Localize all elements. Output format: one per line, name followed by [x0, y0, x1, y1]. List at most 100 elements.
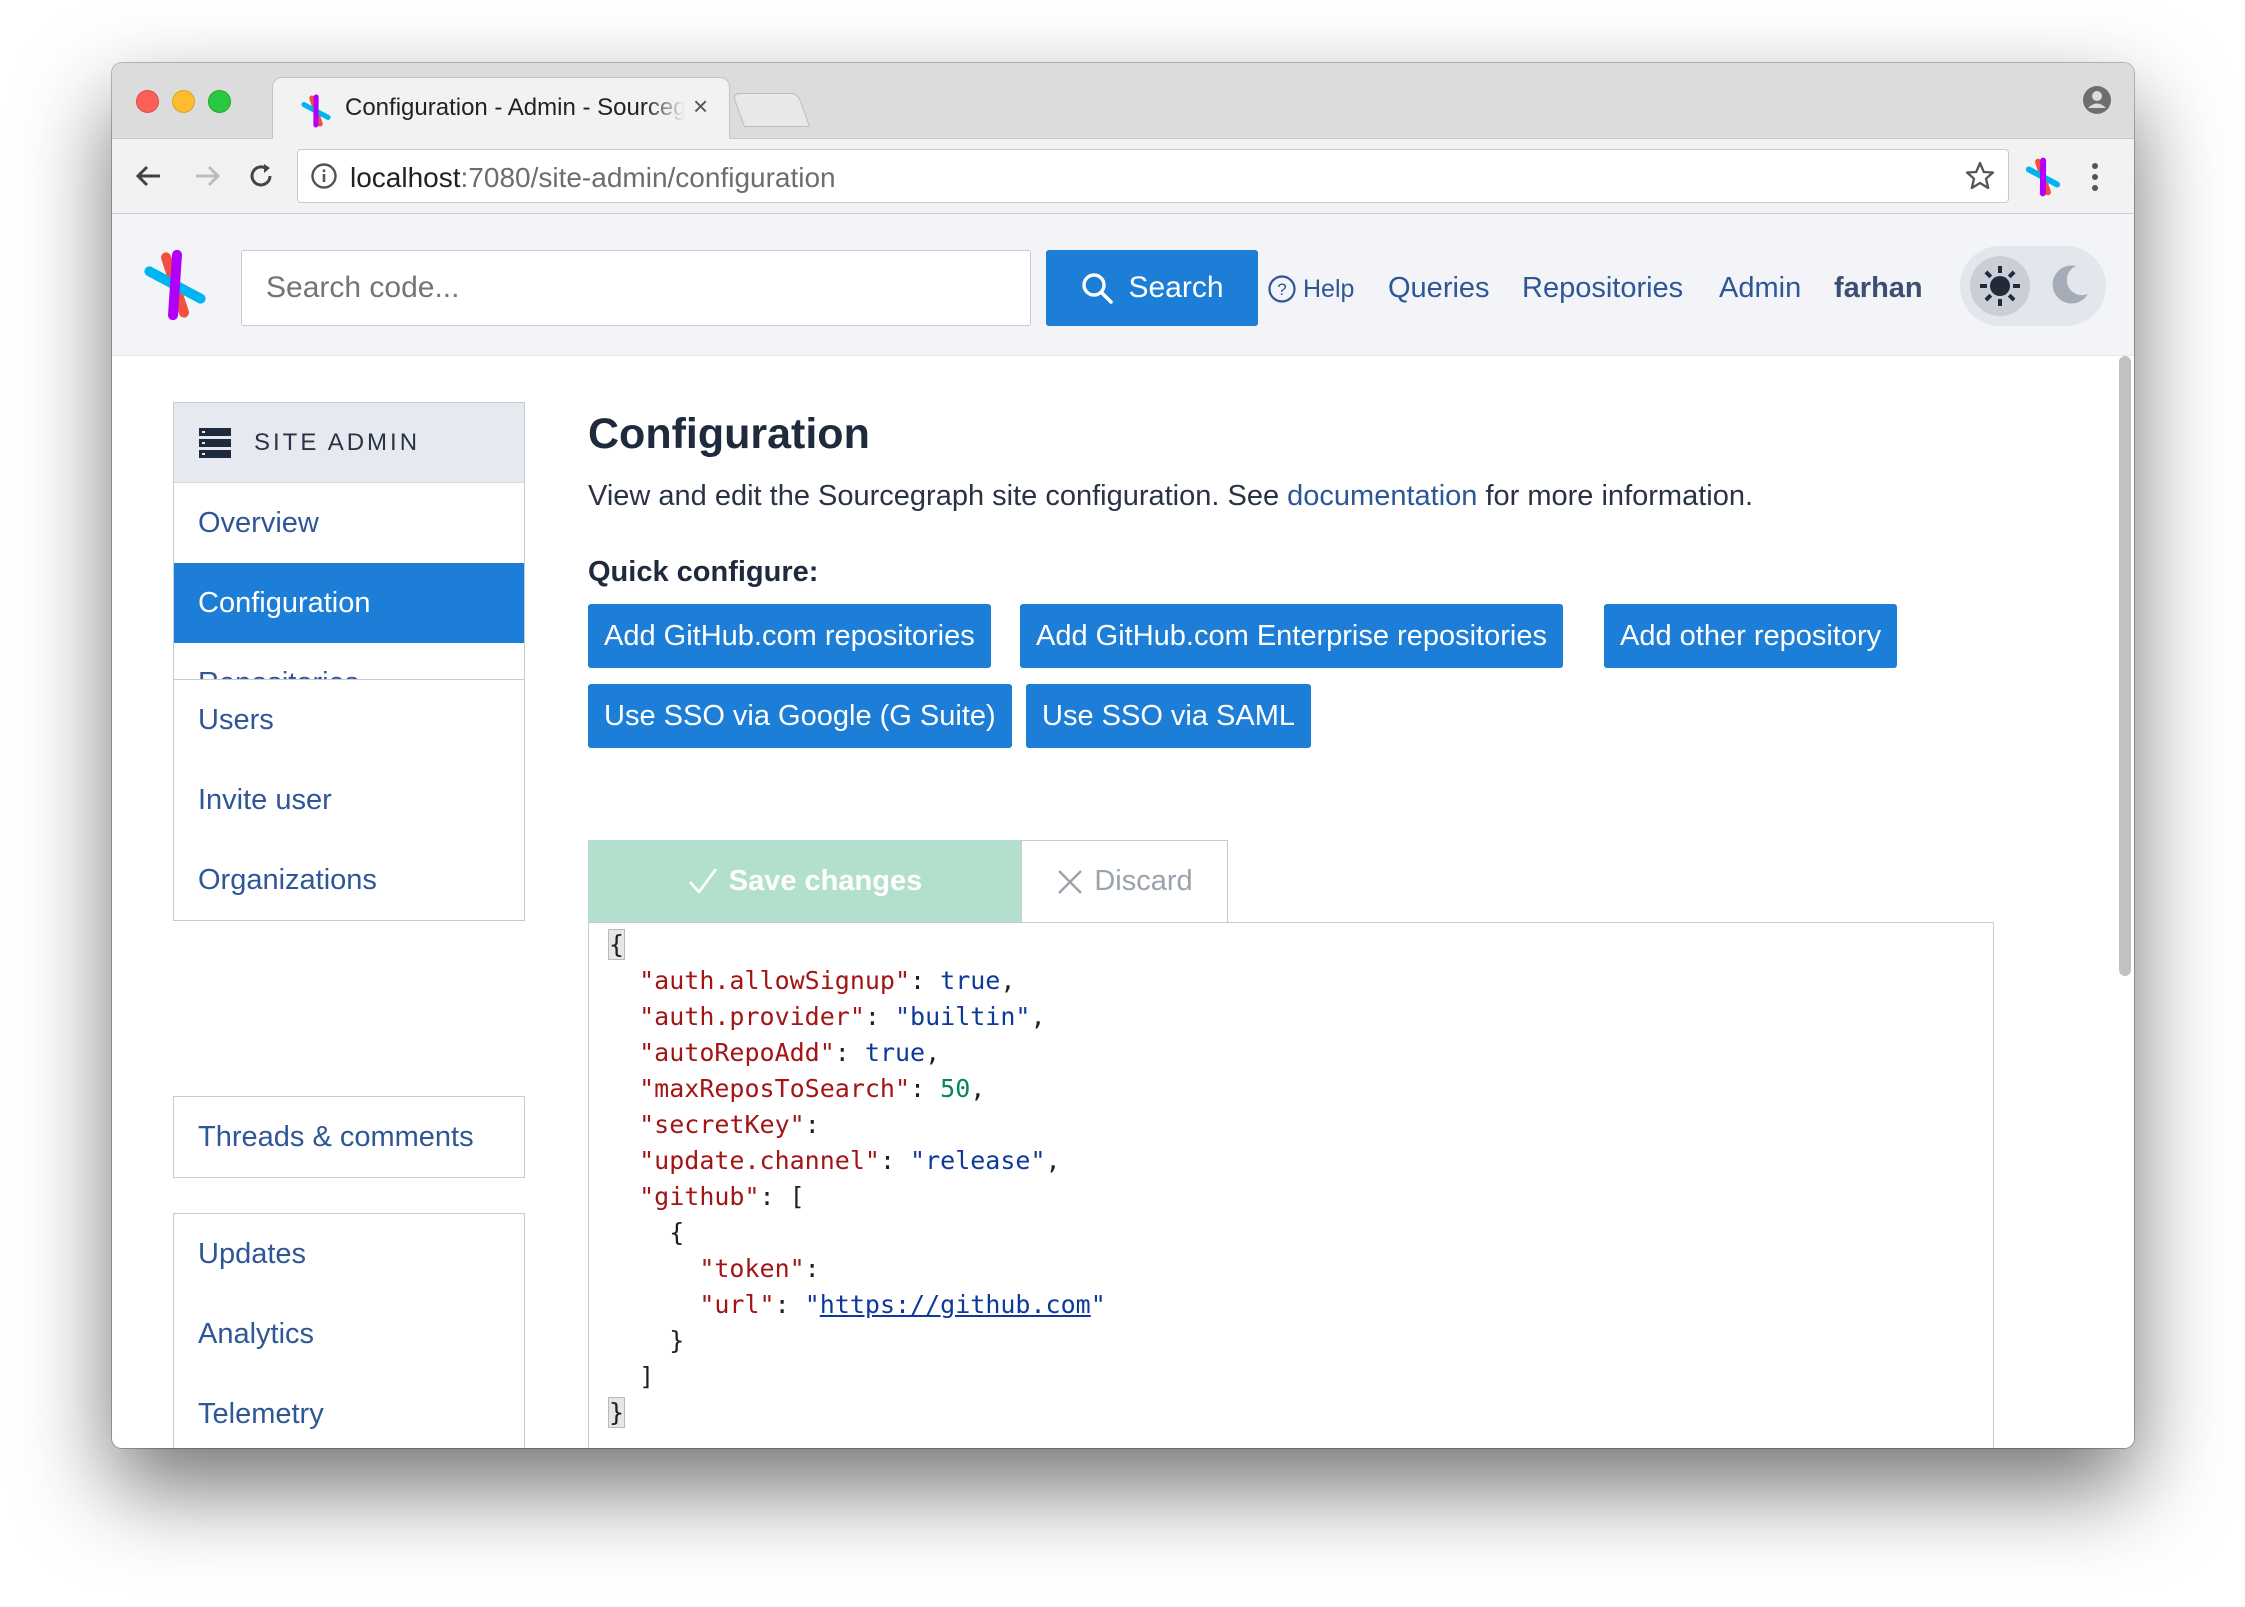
- info-icon[interactable]: [310, 162, 338, 190]
- page-title: Configuration: [588, 410, 870, 458]
- desc-text-before: View and edit the Sourcegraph site confi…: [588, 480, 1288, 512]
- search-input[interactable]: [241, 250, 1031, 326]
- sun-icon: [1980, 266, 2020, 306]
- sourcegraph-logo-icon: [301, 94, 331, 128]
- sidebar-item-overview[interactable]: Overview: [174, 483, 524, 563]
- sourcegraph-extension-icon[interactable]: [2023, 157, 2063, 197]
- theme-toggle[interactable]: [1960, 246, 2106, 326]
- help-link[interactable]: ? Help: [1267, 274, 1354, 304]
- add-other-repository-button[interactable]: Add other repository: [1604, 604, 1898, 668]
- nav-user[interactable]: farhan: [1834, 272, 1923, 305]
- sidebar-item-threads[interactable]: Threads & comments: [174, 1097, 524, 1177]
- address-bar[interactable]: localhost:7080/site-admin/configuration: [297, 149, 2009, 203]
- nav-repositories[interactable]: Repositories: [1522, 272, 1683, 305]
- add-github-button[interactable]: Add GitHub.com repositories: [588, 604, 991, 668]
- json-value: true: [940, 966, 1001, 995]
- nav-queries[interactable]: Queries: [1388, 272, 1490, 305]
- browser-tab[interactable]: Configuration - Admin - Sourcegraph ×: [272, 77, 730, 140]
- page-description: View and edit the Sourcegraph site confi…: [588, 480, 1753, 513]
- sidebar-group-users: Users Invite user Organizations: [173, 679, 525, 921]
- code-line: }: [589, 1395, 1993, 1431]
- sidebar-header-label: SITE ADMIN: [254, 428, 421, 456]
- code-line: "update.channel": "release",: [639, 1146, 1061, 1175]
- arrow-left-icon: [135, 165, 160, 187]
- sidebar-group-admin: SITE ADMIN Overview Configuration Reposi…: [173, 402, 525, 724]
- code-line: {: [589, 927, 1993, 963]
- back-button[interactable]: [130, 157, 168, 195]
- profile-icon[interactable]: [2082, 85, 2112, 115]
- code-line: }: [609, 1326, 685, 1355]
- json-value: "release": [910, 1146, 1046, 1175]
- save-changes-label: Save changes: [728, 864, 923, 897]
- minimize-window-button[interactable]: [172, 90, 195, 113]
- documentation-link[interactable]: documentation: [1287, 480, 1477, 512]
- moon-icon[interactable]: [2044, 260, 2094, 310]
- json-brace: {: [607, 929, 626, 960]
- discard-button[interactable]: Discard: [1021, 840, 1228, 922]
- sidebar-item-configuration[interactable]: Configuration: [174, 563, 524, 643]
- svg-text:?: ?: [1277, 280, 1286, 299]
- sidebar-header: SITE ADMIN: [174, 403, 524, 483]
- server-icon: [199, 427, 231, 458]
- json-key: "token": [699, 1254, 805, 1283]
- check-icon: [688, 868, 717, 895]
- json-value: true: [864, 1038, 926, 1067]
- json-key: "secretKey": [639, 1110, 805, 1139]
- close-window-button[interactable]: [136, 90, 159, 113]
- arrow-right-icon: [196, 165, 221, 187]
- sidebar-item-organizations[interactable]: Organizations: [174, 840, 524, 920]
- sidebar-item-telemetry[interactable]: Telemetry: [174, 1374, 524, 1448]
- json-key: "auth.provider": [639, 1002, 865, 1031]
- url-text: localhost:7080/site-admin/configuration: [350, 162, 836, 194]
- sourcegraph-logo-icon[interactable]: [140, 250, 210, 320]
- discard-label: Discard: [1094, 865, 1193, 897]
- search-button-label: Search: [1128, 271, 1224, 304]
- scrollbar-thumb[interactable]: [2119, 356, 2131, 976]
- save-changes-button[interactable]: Save changes: [588, 840, 1021, 922]
- sso-google-button[interactable]: Use SSO via Google (G Suite): [588, 684, 1012, 748]
- tab-title: Configuration - Admin - Sourcegraph: [345, 94, 685, 122]
- zoom-window-button[interactable]: [208, 90, 231, 113]
- json-key: "autoRepoAdd": [639, 1038, 835, 1067]
- code-line: {: [609, 1218, 685, 1247]
- reload-icon: [250, 164, 272, 187]
- json-url-link[interactable]: https://github.com: [820, 1290, 1091, 1319]
- quick-configure-label: Quick configure:: [588, 556, 819, 588]
- json-value: 50: [940, 1074, 971, 1103]
- nav-admin[interactable]: Admin: [1719, 272, 1801, 305]
- json-brace: }: [607, 1397, 626, 1428]
- more-vert-icon[interactable]: [2084, 157, 2106, 197]
- sidebar-item-users[interactable]: Users: [174, 680, 524, 760]
- add-github-enterprise-button[interactable]: Add GitHub.com Enterprise repositories: [1020, 604, 1563, 668]
- star-icon[interactable]: [1964, 160, 1996, 192]
- config-editor[interactable]: { "auth.allowSignup": true, "auth.provid…: [588, 922, 1994, 1448]
- sidebar-group-threads: Threads & comments: [173, 1096, 525, 1178]
- json-key: "auth.allowSignup": [639, 966, 911, 995]
- url-path: :7080/site-admin/configuration: [460, 162, 836, 193]
- tab-strip: Configuration - Admin - Sourcegraph ×: [112, 63, 2134, 140]
- reload-button[interactable]: [242, 157, 280, 195]
- page-scrollbar[interactable]: [2116, 356, 2134, 1448]
- code-line: "auth.provider": "builtin",: [639, 1002, 1046, 1031]
- code-line: "secretKey":: [639, 1110, 835, 1139]
- code-line: "token":: [699, 1254, 835, 1283]
- page-content: SITE ADMIN Overview Configuration Reposi…: [112, 356, 2134, 1448]
- json-key: "maxReposToSearch": [639, 1074, 911, 1103]
- search-icon: [1082, 273, 1114, 304]
- sso-saml-button[interactable]: Use SSO via SAML: [1026, 684, 1312, 748]
- json-key: "github": [639, 1182, 760, 1211]
- forward-button[interactable]: [188, 157, 226, 195]
- sidebar-item-updates[interactable]: Updates: [174, 1214, 524, 1294]
- sidebar-item-invite-user[interactable]: Invite user: [174, 760, 524, 840]
- desc-text-after: for more information.: [1477, 480, 1754, 512]
- tab-close-icon[interactable]: ×: [693, 91, 708, 122]
- url-host: localhost: [350, 162, 461, 193]
- search-button[interactable]: Search: [1046, 250, 1258, 326]
- new-tab-button[interactable]: [731, 93, 811, 127]
- light-theme-button[interactable]: [1970, 256, 2030, 316]
- sidebar-item-analytics[interactable]: Analytics: [174, 1294, 524, 1374]
- sidebar-group-system: Updates Analytics Telemetry: [173, 1213, 525, 1448]
- code-line: "url": "https://github.com": [699, 1290, 1106, 1319]
- question-circle-icon: ?: [1268, 275, 1296, 303]
- code-line: "maxReposToSearch": 50,: [639, 1074, 986, 1103]
